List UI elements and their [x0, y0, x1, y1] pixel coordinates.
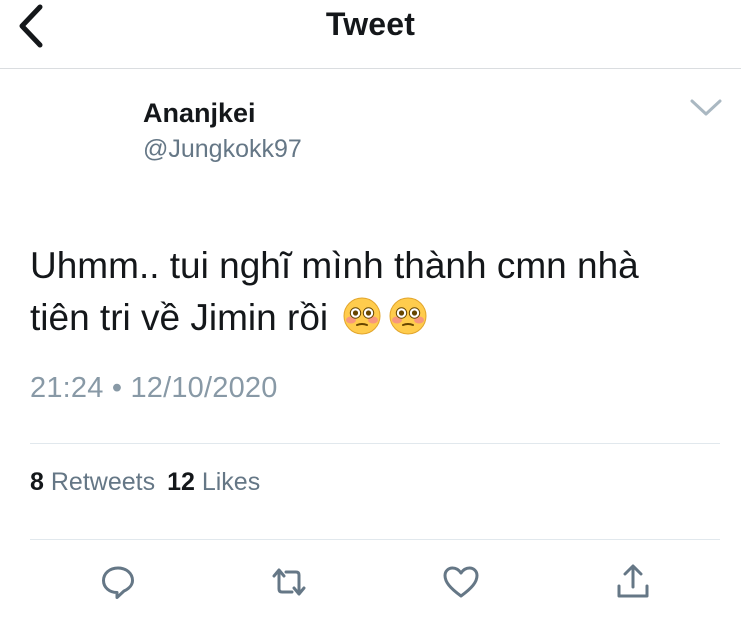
retweets-stat[interactable]: 8 Retweets	[30, 468, 155, 496]
likes-stat[interactable]: 12 Likes	[167, 468, 260, 496]
flushed-face-emoji	[388, 296, 428, 336]
heart-icon	[443, 566, 479, 598]
tweet-text: Uhmm.. tui nghĩ mình thành cmn nhà tiên …	[30, 240, 730, 344]
author-name[interactable]: Ananjkei	[143, 96, 302, 130]
retweets-label: Retweets	[50, 468, 156, 496]
author-handle[interactable]: @Jungkokk97	[143, 134, 302, 164]
share-button[interactable]	[613, 562, 653, 602]
retweet-icon	[272, 568, 306, 596]
top-bar: Tweet	[0, 0, 741, 69]
tweet-text-line-2: tiên tri về Jimin rồi	[30, 292, 730, 344]
tweet-timestamp: 21:24 • 12/10/2020	[30, 372, 278, 404]
share-icon	[617, 564, 649, 598]
retweet-button[interactable]	[269, 562, 309, 602]
likes-count: 12	[167, 468, 195, 496]
like-button[interactable]	[441, 562, 481, 602]
reply-icon	[102, 566, 134, 599]
page-title: Tweet	[325, 6, 416, 42]
tweet-text-line-1: Uhmm.. tui nghĩ mình thành cmn nhà	[30, 245, 639, 286]
divider-bottom	[30, 539, 720, 540]
tweet-stats: 8 Retweets 12 Likes	[30, 468, 260, 497]
retweets-count: 8	[30, 468, 44, 496]
chevron-down-icon	[690, 99, 722, 116]
flushed-face-emoji	[342, 296, 382, 336]
tweet-menu-button[interactable]	[688, 95, 724, 121]
reply-button[interactable]	[98, 562, 138, 602]
tweet-author[interactable]: Ananjkei @Jungkokk97	[143, 96, 302, 164]
divider-top	[30, 443, 720, 444]
likes-label: Likes	[201, 468, 261, 496]
